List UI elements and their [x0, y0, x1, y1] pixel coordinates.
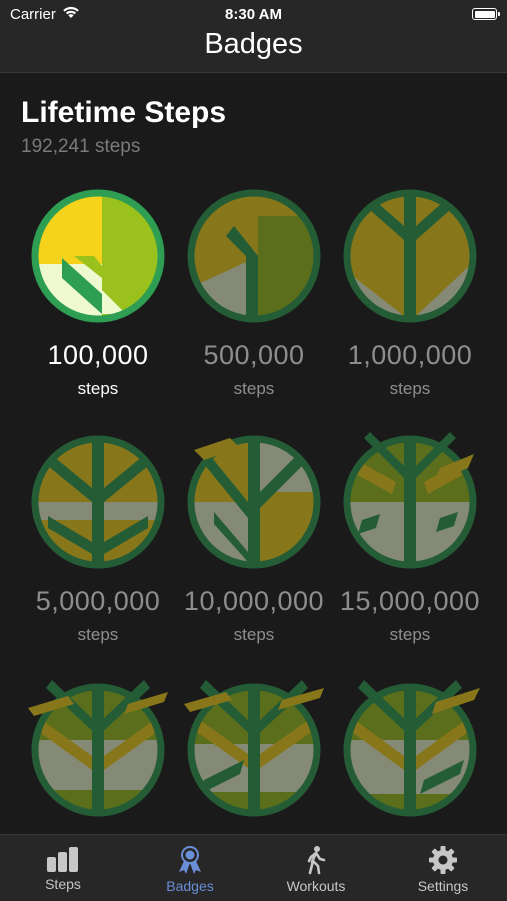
- badge-tree-icon: [187, 189, 321, 323]
- badge-tree-icon: [184, 680, 324, 817]
- tab-label: Steps: [45, 876, 81, 892]
- badge-tree-icon: [343, 680, 480, 817]
- navigation-bar: Carrier 8:30 AM Badges: [0, 0, 507, 73]
- badge-item[interactable]: 100,000 steps: [18, 186, 178, 399]
- tab-workouts[interactable]: Workouts: [253, 835, 379, 901]
- badge-value: 1,000,000: [347, 340, 473, 370]
- badge-item[interactable]: 5,000,000 steps: [18, 432, 178, 645]
- badge-value: 15,000,000: [339, 586, 481, 616]
- tab-settings[interactable]: Settings: [380, 835, 506, 901]
- badge-item[interactable]: [174, 680, 334, 834]
- ribbon-badge-icon: [179, 846, 201, 874]
- tab-bar: Steps Badges Workouts Settings: [0, 834, 507, 901]
- badge-value: 10,000,000: [183, 586, 325, 616]
- badge-unit: steps: [233, 625, 275, 644]
- walking-person-icon: [307, 846, 326, 875]
- badge-value: 500,000: [203, 340, 305, 370]
- gear-icon: [429, 846, 457, 874]
- badge-item[interactable]: [330, 680, 490, 834]
- tab-badges[interactable]: Badges: [127, 835, 253, 901]
- page-title: Badges: [204, 28, 303, 60]
- tab-steps[interactable]: Steps: [0, 835, 126, 901]
- section-subtitle: 192,241 steps: [21, 136, 141, 157]
- section-title: Lifetime Steps: [21, 96, 227, 129]
- badge-tree-icon: [31, 435, 165, 569]
- badge-unit: steps: [389, 625, 431, 644]
- clock-label: 8:30 AM: [225, 6, 282, 23]
- badge-tree-icon: [343, 432, 477, 569]
- status-bar: Carrier 8:30 AM: [0, 0, 507, 28]
- badge-item[interactable]: 500,000 steps: [174, 186, 334, 399]
- badge-tree-icon: [31, 189, 165, 323]
- battery-icon: [472, 8, 500, 20]
- badge-value: 100,000: [47, 340, 149, 370]
- badge-tree-icon: [28, 680, 168, 817]
- badge-item[interactable]: 15,000,000 steps: [330, 432, 490, 645]
- badge-unit: steps: [77, 379, 119, 398]
- badge-unit: steps: [77, 625, 119, 644]
- badge-unit: steps: [233, 379, 275, 398]
- tab-label: Settings: [417, 878, 469, 894]
- bar-chart-icon: [47, 847, 78, 872]
- badge-item[interactable]: 10,000,000 steps: [174, 432, 334, 645]
- badge-item[interactable]: 1,000,000 steps: [330, 186, 490, 399]
- badge-value: 5,000,000: [35, 586, 161, 616]
- tab-label: Badges: [166, 878, 214, 894]
- badge-item[interactable]: [18, 680, 178, 834]
- badge-unit: steps: [389, 379, 431, 398]
- tab-label: Workouts: [286, 878, 346, 894]
- badge-tree-icon: [343, 189, 477, 323]
- badge-tree-icon: [187, 435, 321, 569]
